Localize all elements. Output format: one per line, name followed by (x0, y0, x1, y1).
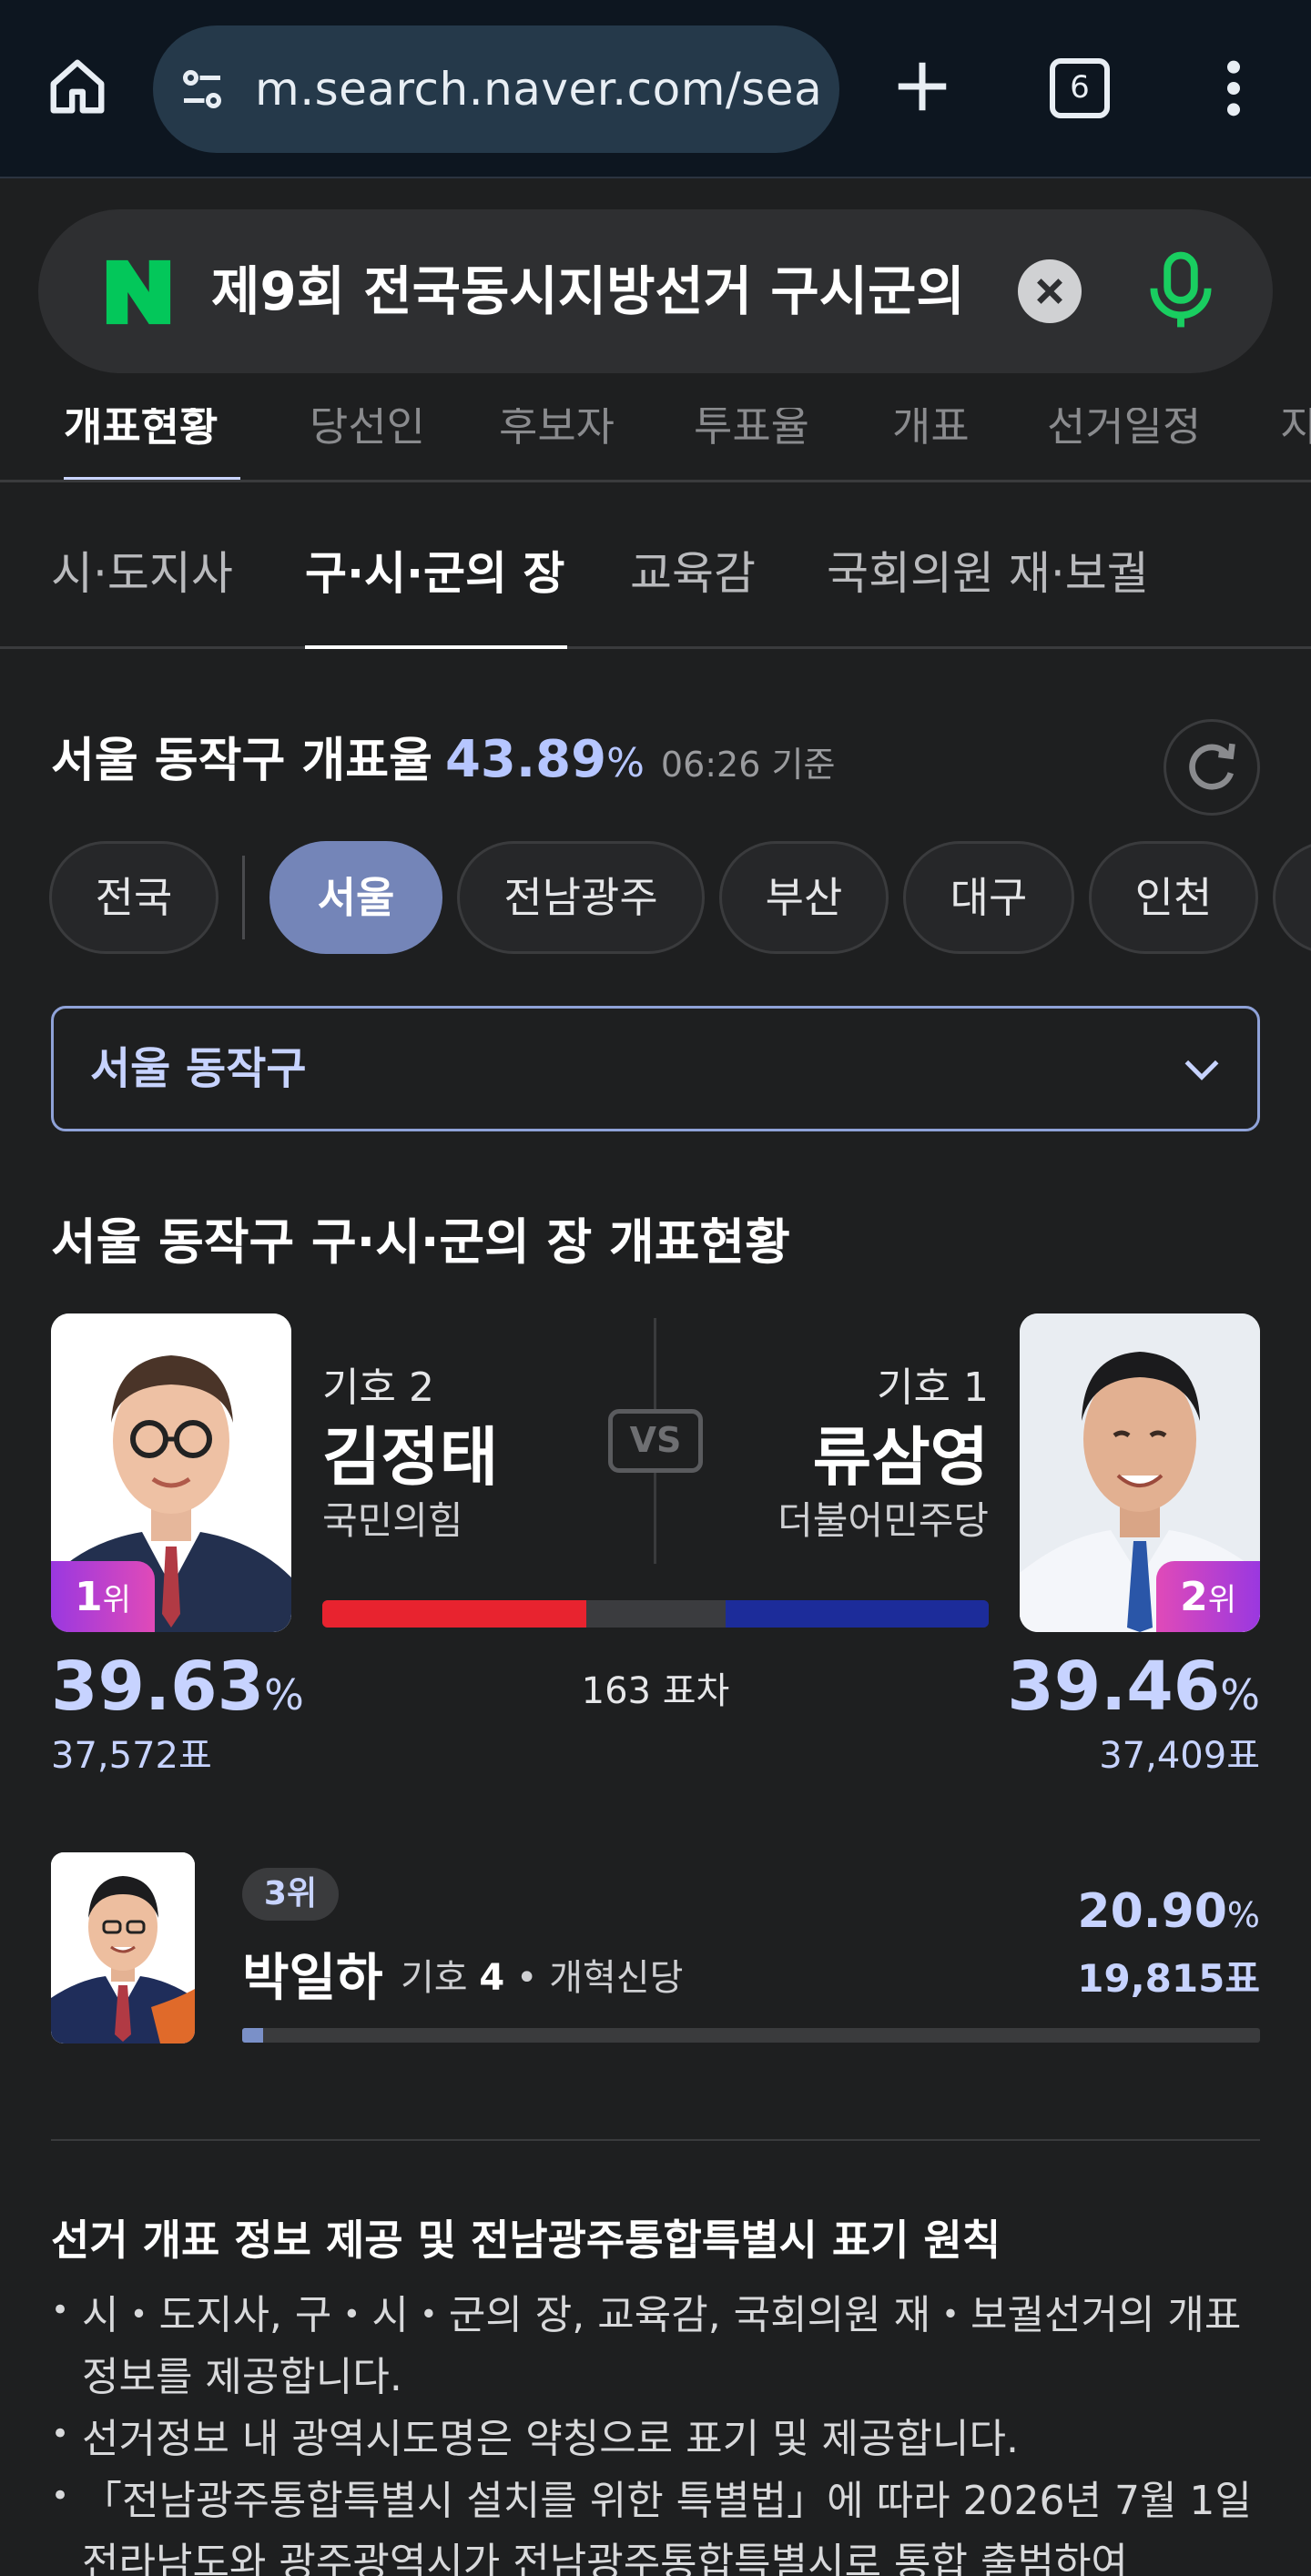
vote-count-left: 37,572표 (51, 1735, 212, 1777)
chip-jeonnam-gwangju[interactable]: 전남광주 (457, 841, 705, 954)
election-type-tabs: 시·도지사 구·시·군의 장 교육감 국회의원 재·보궐 (0, 485, 1311, 649)
counting-rate-unit: % (606, 740, 645, 786)
candidate-portrait-third (51, 1852, 195, 2044)
search-input[interactable]: 제9회 전국동시지방선거 구시군의 (211, 209, 1031, 373)
vs-badge: VS (608, 1409, 703, 1473)
candidate-party-third: 개혁신당 (549, 1957, 684, 1999)
vote-bar-fill-third (242, 2028, 263, 2043)
vote-bar-left (322, 1600, 586, 1628)
chip-divider (242, 856, 245, 939)
refresh-button[interactable] (1164, 719, 1260, 816)
candidate-number-third: 4 (479, 1957, 505, 1999)
tab-local-head[interactable]: 구·시·군의 장 (305, 485, 564, 649)
chip-daegu[interactable]: 대구 (903, 841, 1074, 954)
rank-badge-left: 1위 (51, 1561, 155, 1632)
chip-next[interactable] (1273, 841, 1311, 954)
vote-pct-third-unit: % (1226, 1895, 1260, 1935)
district-select-value: 서울 동작구 (90, 1043, 307, 1094)
browser-toolbar: m.search.naver.com/sea 6 (0, 0, 1311, 178)
vote-pct-third-value: 20.90 (1077, 1884, 1227, 1939)
candidate-number-label-third: 기호 (401, 1957, 468, 1999)
notice-title: 선거 개표 정보 제공 및 전남광주통합특별시 표기 원칙 (51, 2216, 1001, 2265)
section-title: 서울 동작구 구·시·군의 장 개표현황 (51, 1213, 790, 1271)
home-icon[interactable] (46, 55, 109, 118)
active-tab-indicator (64, 477, 240, 480)
notice-list: 시・도지사, 구・시・군의 장, 교육감, 국회의원 재・보궐선거의 개표 정보… (51, 2279, 1271, 2576)
tab-counting[interactable]: 개표 (892, 408, 970, 472)
vote-count-right: 37,409표 (1099, 1735, 1260, 1777)
candidate-photo-left[interactable]: 1위 (51, 1313, 291, 1632)
tab-schedule[interactable]: 선거일정 (1047, 408, 1201, 472)
notice-item: 「전남광주통합특별시 설치를 위한 특별법」에 따라 2026년 7월 1일 전… (51, 2465, 1271, 2576)
tab-results[interactable]: 개표현황 (64, 408, 218, 472)
more-menu-icon[interactable] (1211, 56, 1256, 120)
status-timestamp: 06:26 기준 (660, 745, 836, 785)
vote-pct-left-value: 39.63 (51, 1648, 265, 1726)
chevron-down-icon (1184, 1060, 1219, 1080)
candidate-photo-third[interactable] (51, 1852, 195, 2044)
candidate-name-right[interactable]: 류삼영 (813, 1406, 989, 1498)
candidate-name-left[interactable]: 김정태 (322, 1406, 498, 1498)
rank-suffix-right: 위 (1207, 1582, 1236, 1618)
naver-logo-icon[interactable] (102, 257, 175, 328)
chip-nationwide[interactable]: 전국 (49, 841, 218, 954)
clear-search-button[interactable] (1018, 259, 1082, 323)
candidate-number-left: 기호 2 (322, 1364, 434, 1411)
candidate-party-left: 국민의힘 (322, 1498, 463, 1543)
section-divider (51, 2139, 1260, 2141)
search-header: 제9회 전국동시지방선거 구시군의 (0, 180, 1311, 408)
vote-pct-left-unit: % (264, 1670, 304, 1719)
vote-pct-right-value: 39.46 (1007, 1648, 1221, 1726)
vote-pct-left: 39.63% (51, 1648, 304, 1726)
rank-badge-right: 2위 (1156, 1561, 1260, 1632)
candidate-photo-right[interactable]: 2위 (1020, 1313, 1260, 1632)
counting-status: 서울 동작구 개표율 43.89% 06:26 기준 (51, 719, 835, 801)
refresh-icon (1189, 743, 1235, 790)
rank-number-left: 1 (75, 1574, 103, 1620)
vote-share-bar (322, 1600, 989, 1628)
address-bar[interactable]: m.search.naver.com/sea (153, 25, 839, 153)
tab-by-election[interactable]: 국회의원 재·보궐 (827, 485, 1149, 649)
search-box[interactable]: 제9회 전국동시지방선거 구시군의 (38, 209, 1273, 373)
vote-margin: 163 표차 (581, 1670, 730, 1712)
tab-more[interactable]: 지 (1280, 408, 1311, 472)
rank-suffix-left: 위 (102, 1582, 131, 1618)
notice-item: 시・도지사, 구・시・군의 장, 교육감, 국회의원 재・보궐선거의 개표 정보… (51, 2279, 1271, 2409)
site-settings-icon[interactable] (175, 62, 229, 117)
vote-pct-right-unit: % (1220, 1670, 1260, 1719)
vote-pct-third: 20.90% (1077, 1884, 1260, 1939)
status-region: 서울 동작구 개표율 (51, 734, 432, 788)
rank-badge-third: 3위 (242, 1868, 339, 1921)
candidate-number-right: 기호 1 (877, 1364, 989, 1411)
close-icon (1037, 279, 1062, 304)
chip-incheon[interactable]: 인천 (1089, 841, 1258, 954)
microphone-icon[interactable] (1144, 249, 1217, 333)
tab-governor[interactable]: 시·도지사 (51, 485, 233, 649)
tab-superintendent[interactable]: 교육감 (630, 485, 756, 649)
counting-rate: 43.89 (444, 730, 607, 789)
candidate-party-right: 더불어민주당 (777, 1498, 989, 1543)
candidate-meta-third: 기호 4 • 개혁신당 (401, 1957, 684, 1999)
new-tab-icon[interactable] (890, 55, 954, 118)
tab-candidates[interactable]: 후보자 (499, 408, 615, 472)
active-subtab-indicator (305, 645, 567, 649)
tab-winners[interactable]: 당선인 (310, 408, 425, 472)
candidate-name-third[interactable]: 박일하 (242, 1937, 383, 2011)
vote-share-bar-third (242, 2028, 1260, 2043)
district-select[interactable]: 서울 동작구 (51, 1006, 1260, 1131)
main-tab-bar: 개표현황 당선인 후보자 투표율 개표 선거일정 지 (0, 408, 1311, 482)
tab-switcher-button[interactable]: 6 (1050, 58, 1110, 118)
vote-bar-right (726, 1600, 989, 1628)
notice-item: 선거정보 내 광역시도명은 약칭으로 표기 및 제공합니다. (51, 2403, 1271, 2470)
tab-turnout[interactable]: 투표율 (694, 408, 809, 472)
region-chip-list: 전국 서울 전남광주 부산 대구 인천 (0, 841, 1311, 956)
vote-pct-right: 39.46% (1007, 1648, 1260, 1726)
url-text: m.search.naver.com/sea (255, 63, 821, 116)
chip-busan[interactable]: 부산 (719, 841, 889, 954)
rank-number-right: 2 (1180, 1574, 1208, 1620)
vote-count-third: 19,815표 (1077, 1956, 1260, 2001)
chip-seoul[interactable]: 서울 (269, 841, 442, 954)
